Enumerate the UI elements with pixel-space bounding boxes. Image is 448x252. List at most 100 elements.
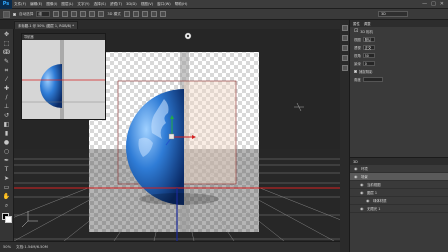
gradient-tool-icon[interactable]: ▮ — [2, 130, 11, 137]
shape-tool-icon[interactable]: ▭ — [2, 184, 11, 191]
rotate-3d-icon[interactable] — [123, 11, 130, 17]
photoshop-logo: Ps — [0, 0, 12, 9]
fov-label: 视角 — [354, 53, 361, 58]
workspace-dropdown[interactable]: 3D — [378, 11, 408, 17]
type-tool-icon[interactable]: T — [2, 166, 11, 173]
eye-icon[interactable]: ◉ — [354, 174, 359, 179]
navigator-preview[interactable] — [22, 40, 105, 119]
dodge-tool-icon[interactable]: ○ — [2, 148, 11, 155]
styles-icon[interactable] — [341, 65, 348, 71]
eye-icon[interactable]: ◉ — [360, 182, 365, 187]
background-color[interactable] — [4, 216, 12, 223]
eraser-tool-icon[interactable]: ◧ — [2, 121, 11, 128]
scale-3d-icon[interactable] — [159, 11, 166, 17]
perspective-label: 透视 — [354, 45, 361, 50]
scene-item[interactable]: ◉ 图层 1 — [350, 189, 448, 197]
slide-3d-icon[interactable] — [150, 11, 157, 17]
tools-panel: ✥ ⬚ ↂ ✎ ⌗ ⁄ ✚ ∕ ⊥ ↺ ◧ ▮ ● ○ ✒ T ➤ ▭ ✋ ⌕ — [0, 29, 14, 241]
pen-tool-icon[interactable]: ✒ — [2, 157, 11, 164]
menu-help[interactable]: 帮助(H) — [173, 2, 190, 7]
capture-shadow-checkbox[interactable] — [354, 69, 357, 73]
fov-field[interactable]: 50 — [362, 52, 375, 58]
menu-layer[interactable]: 图层(L) — [59, 2, 75, 7]
capture-shadow-label: 捕捉阴影 — [359, 69, 373, 74]
properties-panel: 属性 调整 ⊡ 3D 相机 视图 默认 透视 正交 视角 50 景深 0 捕捉阴… — [350, 20, 448, 157]
eyedropper-icon[interactable]: ⁄ — [2, 76, 11, 83]
healing-brush-icon[interactable]: ✚ — [2, 85, 11, 92]
document-tabs: 未标题-1 @ 50% (图层 1, RGB/8) * — [14, 20, 340, 29]
hand-tool-icon[interactable]: ✋ — [2, 193, 11, 200]
camera-icon: ⊡ — [354, 28, 359, 34]
document-info: 文档:1.54M/6.50M — [16, 244, 48, 249]
zoom-tool-icon[interactable]: ⌕ — [2, 202, 11, 209]
menu-select[interactable]: 选择(S) — [92, 2, 108, 7]
document-tab[interactable]: 未标题-1 @ 50% (图层 1, RGB/8) * — [14, 21, 78, 29]
menu-file[interactable]: 文件(F) — [12, 2, 28, 7]
align-right-icon[interactable] — [98, 11, 105, 17]
scene-item[interactable]: ◉ 当前视图 — [350, 181, 448, 189]
scene-item[interactable]: ◉ 球体材质 — [350, 197, 448, 205]
dof-label: 景深 — [354, 61, 361, 66]
minimize-button[interactable]: — — [422, 1, 427, 7]
panel-dock — [340, 20, 350, 252]
menu-image[interactable]: 图像(I) — [44, 2, 59, 7]
history-icon[interactable] — [341, 25, 348, 31]
zoom-level[interactable]: 50% — [3, 245, 11, 249]
menu-filter[interactable]: 滤镜(T) — [108, 2, 124, 7]
layer-select-dropdown[interactable]: 组 — [36, 11, 51, 17]
menu-view[interactable]: 视图(V) — [139, 2, 155, 7]
angle-label: 角度 — [354, 77, 361, 82]
brush-tool-icon[interactable]: ∕ — [2, 94, 11, 101]
align-top-icon[interactable] — [53, 11, 60, 17]
menu-window[interactable]: 窗口(W) — [155, 2, 173, 7]
3d-panel: 3D ◉ 环境 ◉ 场景 ◉ 当前视图 ◉ 图层 1 ◉ 球体材质 ◉ 无限光 … — [350, 157, 448, 252]
tab-properties[interactable]: 属性 — [353, 21, 360, 26]
brush-panel-icon[interactable] — [341, 35, 348, 41]
align-left-icon[interactable] — [80, 11, 87, 17]
maximize-button[interactable]: □ — [431, 1, 436, 7]
color-swatches[interactable] — [1, 213, 12, 223]
eye-icon[interactable]: ◉ — [366, 198, 371, 203]
tab-3d[interactable]: 3D — [353, 160, 358, 164]
eye-icon[interactable]: ◉ — [360, 206, 365, 211]
light-widget-icon — [294, 102, 304, 112]
menu-type[interactable]: 文字(Y) — [75, 2, 91, 7]
info-icon[interactable] — [341, 55, 348, 61]
menu-edit[interactable]: 编辑(E) — [28, 2, 44, 7]
align-center-icon[interactable] — [89, 11, 96, 17]
view-dropdown[interactable]: 默认 — [362, 36, 375, 42]
auto-select-label: 自动选择 — [19, 11, 34, 16]
menu-3d[interactable]: 3D(D) — [124, 2, 139, 6]
align-bottom-icon[interactable] — [71, 11, 78, 17]
history-brush-icon[interactable]: ↺ — [2, 112, 11, 119]
move-tool-icon[interactable]: ✥ — [2, 31, 11, 38]
eye-icon[interactable]: ◉ — [360, 190, 365, 195]
close-button[interactable]: ✕ — [440, 1, 444, 7]
3d-mode-label: 3D 模式 — [107, 11, 121, 16]
path-select-icon[interactable]: ➤ — [2, 175, 11, 182]
auto-select-checkbox[interactable] — [13, 12, 16, 16]
roll-3d-icon[interactable] — [132, 11, 139, 17]
scene-item[interactable]: ◉ 场景 — [350, 173, 448, 181]
perspective-dropdown[interactable]: 正交 — [362, 44, 375, 50]
quick-select-icon[interactable]: ✎ — [2, 58, 11, 65]
options-bar: 自动选择 组 3D 模式 3D — [0, 9, 448, 20]
move-tool-icon[interactable] — [3, 10, 10, 18]
align-middle-icon[interactable] — [62, 11, 69, 17]
pan-3d-icon[interactable] — [141, 11, 148, 17]
properties-section: ⊡ 3D 相机 — [350, 27, 448, 35]
marquee-tool-icon[interactable]: ⬚ — [2, 40, 11, 47]
tab-adjustments[interactable]: 调整 — [364, 21, 371, 26]
navigator-panel: 导航器 — [21, 33, 106, 120]
scene-item[interactable]: ◉ 环境 — [350, 165, 448, 173]
blur-tool-icon[interactable]: ● — [2, 139, 11, 146]
view-label: 视图 — [354, 37, 361, 42]
dof-field[interactable]: 0 — [362, 60, 375, 66]
angle-field[interactable] — [362, 76, 383, 82]
crop-tool-icon[interactable]: ⌗ — [2, 67, 11, 74]
eye-icon[interactable]: ◉ — [354, 166, 359, 171]
swatches-icon[interactable] — [341, 45, 348, 51]
lasso-tool-icon[interactable]: ↂ — [2, 49, 11, 56]
clone-stamp-icon[interactable]: ⊥ — [2, 103, 11, 110]
scene-item[interactable]: ◉ 无限光 1 — [350, 205, 448, 213]
